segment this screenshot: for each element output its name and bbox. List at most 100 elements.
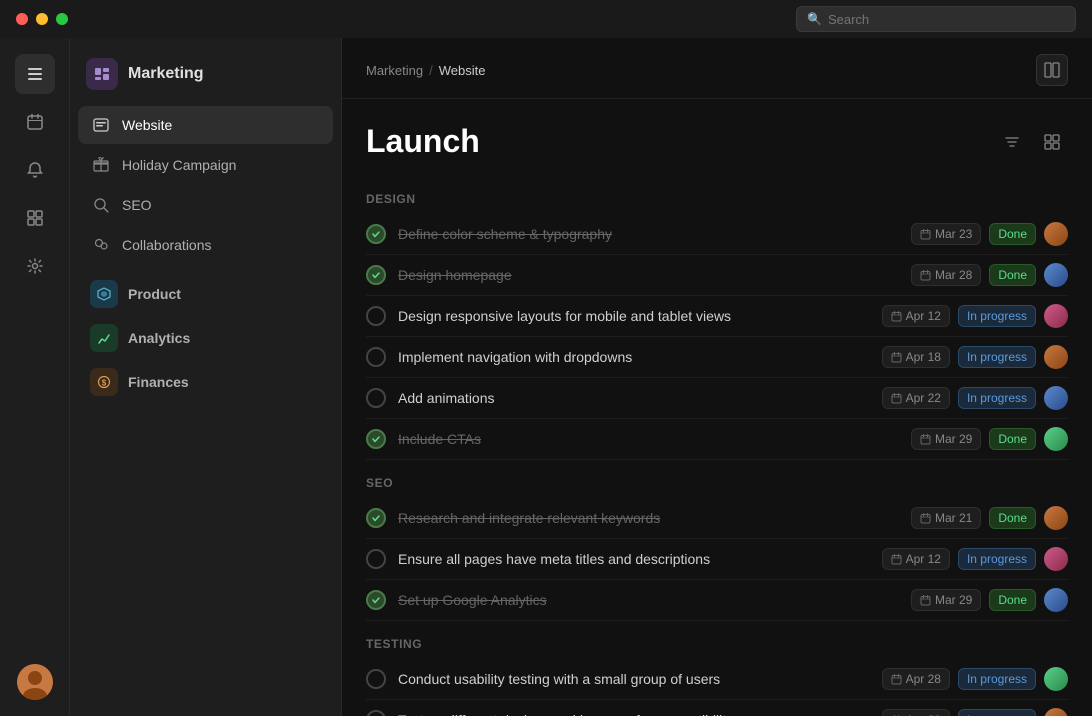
task-checkbox[interactable] xyxy=(366,265,386,285)
task-text: Design homepage xyxy=(398,267,899,283)
task-meta: Mar 29Done xyxy=(911,427,1068,451)
task-meta: Apr 28In progress xyxy=(882,667,1068,691)
task-row[interactable]: Research and integrate relevant keywords… xyxy=(366,498,1068,539)
icon-sidebar xyxy=(0,38,70,716)
task-checkbox[interactable] xyxy=(366,590,386,610)
task-meta: Apr 12In progress xyxy=(882,547,1068,571)
avatar[interactable] xyxy=(17,664,53,700)
task-row[interactable]: Conduct usability testing with a small g… xyxy=(366,659,1068,700)
task-meta: Apr 18 In progress xyxy=(882,345,1068,369)
bell-nav-icon[interactable] xyxy=(15,150,55,190)
task-checkbox[interactable] xyxy=(366,347,386,367)
task-date: Apr 18 xyxy=(882,346,950,368)
grid-view-button[interactable] xyxy=(1036,126,1068,158)
task-date: Mar 29 xyxy=(911,589,981,611)
task-checkbox[interactable] xyxy=(366,508,386,528)
task-checkbox[interactable] xyxy=(366,306,386,326)
status-badge: In progress xyxy=(958,387,1036,409)
puzzle-nav-icon[interactable] xyxy=(15,198,55,238)
minimize-button[interactable] xyxy=(36,13,48,25)
task-row[interactable]: Ensure all pages have meta titles and de… xyxy=(366,539,1068,580)
search-input[interactable] xyxy=(828,12,1065,27)
status-badge: In progress xyxy=(958,668,1036,690)
task-checkbox[interactable] xyxy=(366,224,386,244)
finances-group-label: Finances xyxy=(128,374,189,390)
task-checkbox[interactable] xyxy=(366,429,386,449)
filter-button[interactable] xyxy=(996,126,1028,158)
sidebar-group-finances[interactable]: $ Finances xyxy=(70,360,341,404)
avatar xyxy=(1044,506,1068,530)
project-header[interactable]: Marketing xyxy=(70,50,341,106)
task-checkbox[interactable] xyxy=(366,549,386,569)
task-text: Test on different devices and browses fo… xyxy=(398,712,870,716)
task-text: Include CTAs xyxy=(398,431,899,447)
search-icon: 🔍 xyxy=(807,12,822,26)
main-content: Marketing / Website Launch xyxy=(342,38,1092,716)
search-bar[interactable]: 🔍 xyxy=(796,6,1076,32)
sidebar-group-product[interactable]: Product xyxy=(70,272,341,316)
calendar-nav-icon[interactable] xyxy=(15,102,55,142)
content-header: Marketing / Website xyxy=(342,38,1092,99)
project-title: Marketing xyxy=(128,65,204,83)
task-meta: Mar 29Done xyxy=(911,588,1068,612)
status-badge: In progress xyxy=(958,548,1036,570)
header-actions xyxy=(1036,54,1068,86)
avatar xyxy=(1044,588,1068,612)
task-row[interactable]: Test on different devices and browses fo… xyxy=(366,700,1068,716)
page-title: Launch xyxy=(366,123,480,160)
task-date: Mar 29 xyxy=(911,428,981,450)
project-sidebar: Marketing Website xyxy=(70,38,342,716)
status-badge: In progress xyxy=(958,305,1036,327)
sidebar-group-analytics[interactable]: Analytics xyxy=(70,316,341,360)
section-label-0: Design xyxy=(366,192,1068,206)
section-label-2: Testing xyxy=(366,637,1068,651)
task-date: Mar 23 xyxy=(911,223,981,245)
status-badge: Done xyxy=(989,264,1036,286)
website-icon xyxy=(90,114,112,136)
task-checkbox[interactable] xyxy=(366,388,386,408)
task-date: Apr 12 xyxy=(882,305,950,327)
sidebar-item-seo[interactable]: SEO xyxy=(78,186,333,224)
sidebar-label-website: Website xyxy=(122,117,172,133)
task-row[interactable]: Include CTAs Mar 29Done xyxy=(366,419,1068,460)
title-actions xyxy=(996,126,1068,158)
seo-icon xyxy=(90,194,112,216)
sidebar-label-seo: SEO xyxy=(122,197,152,213)
task-meta: Mar 21Done xyxy=(911,506,1068,530)
task-text: Define color scheme & typography xyxy=(398,226,899,242)
finances-group-icon: $ xyxy=(90,368,118,396)
task-row[interactable]: Add animations Apr 22In progress xyxy=(366,378,1068,419)
avatar xyxy=(1044,708,1068,716)
task-meta: Mar 28Done xyxy=(911,263,1068,287)
task-meta: Apr 22In progress xyxy=(882,386,1068,410)
content-title-bar: Launch xyxy=(342,99,1092,176)
gear-nav-icon[interactable] xyxy=(15,246,55,286)
breadcrumb-parent: Marketing xyxy=(366,63,423,78)
product-group-icon xyxy=(90,280,118,308)
task-row[interactable]: Define color scheme & typography Mar 23D… xyxy=(366,214,1068,255)
task-text: Ensure all pages have meta titles and de… xyxy=(398,551,870,567)
sidebar-item-website[interactable]: Website xyxy=(78,106,333,144)
task-row[interactable]: Implement navigation with dropdowns Apr … xyxy=(366,337,1068,378)
sidebar-item-collaborations[interactable]: Collaborations xyxy=(78,226,333,264)
avatar xyxy=(1044,263,1068,287)
list-nav-icon[interactable] xyxy=(15,54,55,94)
maximize-button[interactable] xyxy=(56,13,68,25)
task-date: Mar 21 xyxy=(911,507,981,529)
close-button[interactable] xyxy=(16,13,28,25)
task-row[interactable]: Set up Google Analytics Mar 29Done xyxy=(366,580,1068,621)
sidebar-item-holiday[interactable]: Holiday Campaign xyxy=(78,146,333,184)
task-row[interactable]: Design responsive layouts for mobile and… xyxy=(366,296,1068,337)
gift-icon xyxy=(90,154,112,176)
task-date: Apr 20 xyxy=(882,709,950,716)
task-row[interactable]: Design homepage Mar 28Done xyxy=(366,255,1068,296)
task-checkbox[interactable] xyxy=(366,710,386,716)
layout-panel-button[interactable] xyxy=(1036,54,1068,86)
task-meta: Apr 12 In progress xyxy=(882,304,1068,328)
task-meta: Apr 20 In progress xyxy=(882,708,1068,716)
status-badge: In progress xyxy=(958,346,1036,368)
task-checkbox[interactable] xyxy=(366,669,386,689)
analytics-group-label: Analytics xyxy=(128,330,190,346)
status-badge: In progress xyxy=(958,709,1036,716)
section-label-1: SEO xyxy=(366,476,1068,490)
